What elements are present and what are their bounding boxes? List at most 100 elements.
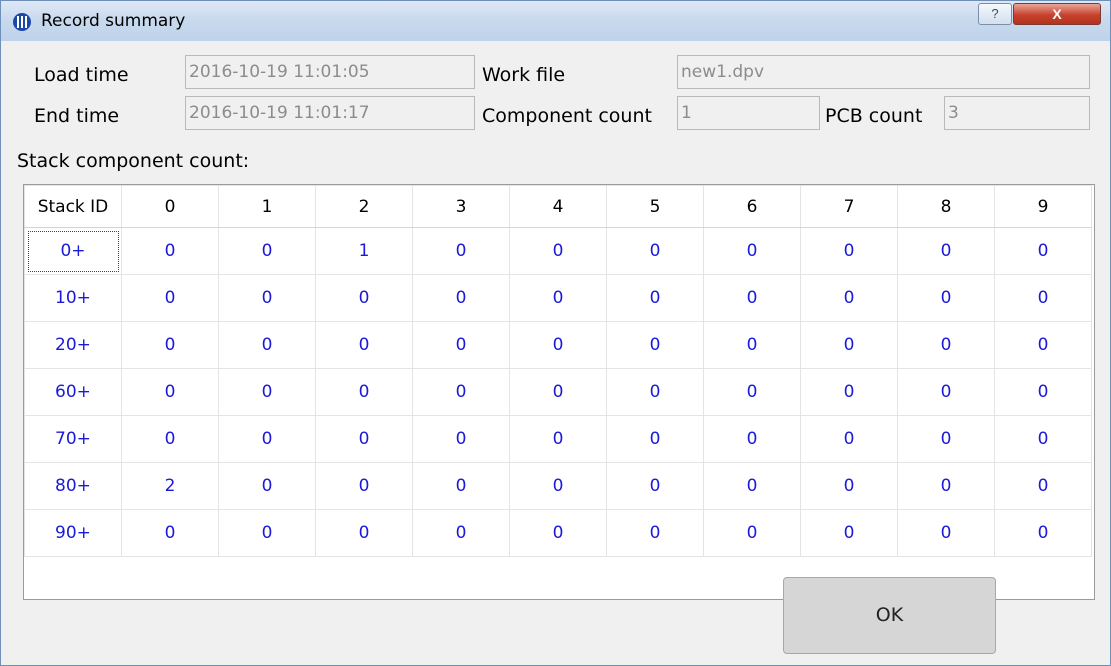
work-file-field[interactable]: new1.dpv: [677, 55, 1090, 89]
table-cell[interactable]: 0: [218, 321, 316, 369]
column-header[interactable]: 8: [897, 185, 995, 228]
table-cell[interactable]: 0: [800, 274, 898, 322]
table-cell[interactable]: 0: [606, 274, 704, 322]
title-bar[interactable]: Record summary ? X: [1, 1, 1110, 41]
table-cell[interactable]: 0: [509, 321, 607, 369]
table-cell[interactable]: 0: [509, 415, 607, 463]
ok-button[interactable]: OK: [783, 577, 996, 654]
table-cell[interactable]: 0: [218, 274, 316, 322]
table-cell[interactable]: 0: [800, 321, 898, 369]
table-cell[interactable]: 0: [121, 227, 219, 275]
table-cell[interactable]: 0: [509, 368, 607, 416]
table-cell[interactable]: 0: [218, 462, 316, 510]
table-cell[interactable]: 0: [703, 368, 801, 416]
table-cell[interactable]: 0: [218, 227, 316, 275]
row-header-cell[interactable]: 80+: [24, 462, 122, 510]
table-cell[interactable]: 0: [509, 274, 607, 322]
table-cell[interactable]: 0: [509, 462, 607, 510]
window-title: Record summary: [41, 11, 186, 31]
table-cell[interactable]: 0: [412, 227, 510, 275]
table-cell[interactable]: 0: [121, 509, 219, 557]
row-header-cell[interactable]: 10+: [24, 274, 122, 322]
row-header-cell[interactable]: 70+: [24, 415, 122, 463]
table-cell[interactable]: 0: [315, 415, 413, 463]
table-cell[interactable]: 0: [606, 462, 704, 510]
table-cell[interactable]: 0: [994, 274, 1092, 322]
pcb-count-field[interactable]: 3: [944, 96, 1090, 130]
table-cell[interactable]: 0: [509, 509, 607, 557]
column-header[interactable]: 0: [121, 185, 219, 228]
column-header[interactable]: 4: [509, 185, 607, 228]
table-cell[interactable]: 0: [994, 321, 1092, 369]
row-header-cell[interactable]: 90+: [24, 509, 122, 557]
table-cell[interactable]: 0: [994, 509, 1092, 557]
close-button[interactable]: X: [1013, 3, 1101, 25]
table-cell[interactable]: 0: [218, 415, 316, 463]
table-cell[interactable]: 0: [897, 509, 995, 557]
table-cell[interactable]: 0: [703, 321, 801, 369]
table-cell[interactable]: 0: [412, 415, 510, 463]
table-cell[interactable]: 0: [800, 368, 898, 416]
column-header[interactable]: 2: [315, 185, 413, 228]
table-cell[interactable]: 0: [412, 321, 510, 369]
table-cell[interactable]: 0: [800, 462, 898, 510]
table-cell[interactable]: 0: [412, 368, 510, 416]
end-time-field[interactable]: 2016-10-19 11:01:17: [185, 96, 475, 130]
table-cell[interactable]: 0: [703, 509, 801, 557]
column-header[interactable]: 1: [218, 185, 316, 228]
table-cell[interactable]: 0: [315, 368, 413, 416]
table-cell[interactable]: 0: [606, 368, 704, 416]
column-header[interactable]: 3: [412, 185, 510, 228]
table-cell[interactable]: 0: [315, 321, 413, 369]
table-cell[interactable]: 0: [121, 368, 219, 416]
component-count-field[interactable]: 1: [677, 96, 820, 130]
table-cell[interactable]: 0: [412, 509, 510, 557]
table-cell[interactable]: 0: [800, 509, 898, 557]
table-cell[interactable]: 0: [606, 509, 704, 557]
table-cell[interactable]: 0: [897, 368, 995, 416]
table-cell[interactable]: 0: [897, 415, 995, 463]
column-header[interactable]: 9: [994, 185, 1092, 228]
table-cell[interactable]: 0: [897, 321, 995, 369]
load-time-field[interactable]: 2016-10-19 11:01:05: [185, 55, 475, 89]
row-header-cell[interactable]: 20+: [24, 321, 122, 369]
table-cell[interactable]: 1: [315, 227, 413, 275]
table-cell[interactable]: 2: [121, 462, 219, 510]
table-cell[interactable]: 0: [703, 462, 801, 510]
table-cell[interactable]: 0: [121, 415, 219, 463]
column-header[interactable]: Stack ID: [24, 185, 122, 228]
table-cell[interactable]: 0: [218, 509, 316, 557]
table-cell[interactable]: 0: [509, 227, 607, 275]
table-cell[interactable]: 0: [800, 415, 898, 463]
table-cell[interactable]: 0: [994, 227, 1092, 275]
table-row: 70+ 0 0 0 0 0 0 0 0 0 0: [24, 415, 1092, 463]
table-cell[interactable]: 0: [703, 274, 801, 322]
table-cell[interactable]: 0: [994, 462, 1092, 510]
table-cell[interactable]: 0: [412, 462, 510, 510]
table-cell[interactable]: 0: [315, 462, 413, 510]
column-header[interactable]: 5: [606, 185, 704, 228]
table-cell[interactable]: 0: [994, 415, 1092, 463]
table-cell[interactable]: 0: [606, 415, 704, 463]
table-cell[interactable]: 0: [315, 509, 413, 557]
column-header[interactable]: 6: [703, 185, 801, 228]
table-cell[interactable]: 0: [121, 274, 219, 322]
table-cell[interactable]: 0: [994, 368, 1092, 416]
table-cell[interactable]: 0: [606, 321, 704, 369]
table-cell[interactable]: 0: [218, 368, 316, 416]
help-button[interactable]: ?: [978, 3, 1012, 25]
table-cell[interactable]: 0: [121, 321, 219, 369]
row-header-cell[interactable]: 60+: [24, 368, 122, 416]
table-cell[interactable]: 0: [897, 462, 995, 510]
table-cell[interactable]: 0: [703, 415, 801, 463]
row-header-cell[interactable]: 0+: [24, 227, 122, 275]
table-cell[interactable]: 0: [897, 274, 995, 322]
table-cell[interactable]: 0: [315, 274, 413, 322]
column-header[interactable]: 7: [800, 185, 898, 228]
table-cell[interactable]: 0: [703, 227, 801, 275]
stack-grid[interactable]: Stack ID 0 1 2 3 4 5 6 7 8 9 0+ 0 0 1 0 0 0 0 0 0…: [23, 184, 1095, 600]
table-cell[interactable]: 0: [800, 227, 898, 275]
table-cell[interactable]: 0: [897, 227, 995, 275]
table-cell[interactable]: 0: [606, 227, 704, 275]
table-cell[interactable]: 0: [412, 274, 510, 322]
